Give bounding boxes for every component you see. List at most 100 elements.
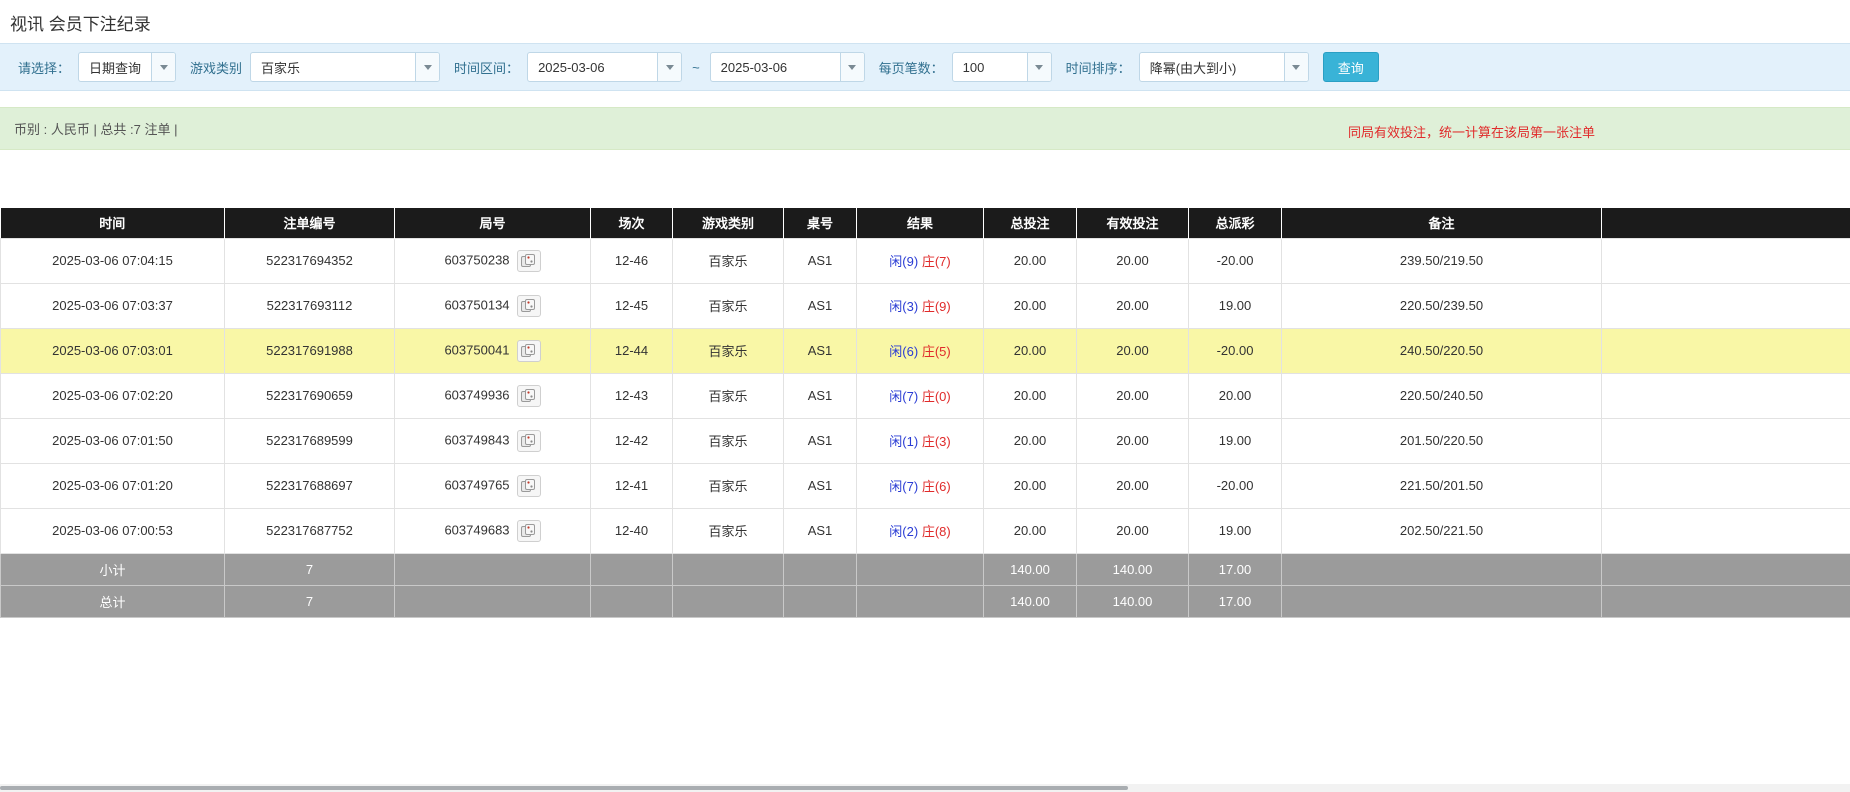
round-id: 603749843 bbox=[444, 432, 509, 447]
table-row: 2025-03-06 07:03:37 522317693112 6037501… bbox=[1, 283, 1850, 328]
cell-table-no: AS1 bbox=[784, 328, 857, 373]
subtotal-row: 小计 7 140.00 140.00 17.00 bbox=[1, 553, 1850, 585]
total-payout: 17.00 bbox=[1189, 585, 1282, 617]
select-type-label: 请选择： bbox=[18, 58, 70, 77]
cell-extra bbox=[1602, 508, 1850, 553]
round-detail-icon[interactable] bbox=[517, 430, 541, 452]
result-player: 闲(7) bbox=[889, 389, 918, 404]
cell-extra bbox=[1602, 418, 1850, 463]
cell-session: 12-40 bbox=[591, 508, 673, 553]
cell-result: 闲(1) 庄(3) bbox=[857, 418, 984, 463]
cell-round: 603749765 bbox=[395, 463, 591, 508]
round-detail-icon[interactable] bbox=[517, 250, 541, 272]
total-bet-link[interactable]: 20.00 bbox=[984, 283, 1077, 328]
round-id: 603750238 bbox=[444, 252, 509, 267]
dropdown-arrow-icon[interactable] bbox=[415, 53, 439, 81]
round-detail-icon[interactable] bbox=[517, 385, 541, 407]
page: 视讯 会员下注纪录 请选择： 日期查询 游戏类别 百家乐 时间区间： 2025-… bbox=[0, 0, 1850, 792]
column-header-table: 桌号 bbox=[784, 208, 857, 238]
cell-remark: 220.50/239.50 bbox=[1282, 283, 1602, 328]
table-row: 2025-03-06 07:01:20 522317688697 6037497… bbox=[1, 463, 1850, 508]
cell-extra bbox=[1602, 463, 1850, 508]
result-banker: 庄(5) bbox=[922, 344, 951, 359]
table-row: 2025-03-06 07:00:53 522317687752 6037496… bbox=[1, 508, 1850, 553]
total-bet-link[interactable]: 20.00 bbox=[984, 508, 1077, 553]
result-player: 闲(6) bbox=[889, 344, 918, 359]
cell-session: 12-44 bbox=[591, 328, 673, 373]
total-bet-link[interactable]: 20.00 bbox=[984, 238, 1077, 283]
dropdown-arrow-icon[interactable] bbox=[840, 53, 864, 81]
cell-bet-id: 522317693112 bbox=[225, 283, 395, 328]
cell-session: 12-45 bbox=[591, 283, 673, 328]
subtotal-label: 小计 bbox=[1, 553, 225, 585]
total-label: 总计 bbox=[1, 585, 225, 617]
filter-bar: 请选择： 日期查询 游戏类别 百家乐 时间区间： 2025-03-06 ~ 20… bbox=[0, 43, 1850, 91]
cell-valid-bet: 20.00 bbox=[1077, 508, 1189, 553]
cell-result: 闲(9) 庄(7) bbox=[857, 238, 984, 283]
cell-game-type: 百家乐 bbox=[673, 508, 784, 553]
game-type-select[interactable]: 百家乐 bbox=[250, 52, 440, 82]
game-type-label: 游戏类别 bbox=[190, 58, 242, 77]
cell-valid-bet: 20.00 bbox=[1077, 283, 1189, 328]
round-id: 603749765 bbox=[444, 477, 509, 492]
cell-payout: -20.00 bbox=[1189, 238, 1282, 283]
query-type-select[interactable]: 日期查询 bbox=[78, 52, 176, 82]
cell-game-type: 百家乐 bbox=[673, 283, 784, 328]
cell-game-type: 百家乐 bbox=[673, 373, 784, 418]
dropdown-arrow-icon[interactable] bbox=[151, 53, 175, 81]
per-page-select[interactable]: 100 bbox=[952, 52, 1052, 82]
result-banker: 庄(8) bbox=[922, 524, 951, 539]
round-detail-icon[interactable] bbox=[517, 295, 541, 317]
total-total-bet: 140.00 bbox=[984, 585, 1077, 617]
column-header-total-bet: 总投注 bbox=[984, 208, 1077, 238]
cell-extra bbox=[1602, 283, 1850, 328]
sort-select[interactable]: 降幂(由大到小) bbox=[1139, 52, 1309, 82]
cell-remark: 220.50/240.50 bbox=[1282, 373, 1602, 418]
subtotal-count: 7 bbox=[225, 553, 395, 585]
page-title: 视讯 会员下注纪录 bbox=[0, 0, 1850, 43]
dropdown-arrow-icon[interactable] bbox=[657, 53, 681, 81]
dropdown-arrow-icon[interactable] bbox=[1027, 53, 1051, 81]
round-detail-icon[interactable] bbox=[517, 340, 541, 362]
date-to-select[interactable]: 2025-03-06 bbox=[710, 52, 865, 82]
horizontal-scrollbar-thumb[interactable] bbox=[0, 786, 1128, 790]
cell-round: 603750238 bbox=[395, 238, 591, 283]
per-page-label: 每页笔数： bbox=[879, 58, 944, 77]
cell-session: 12-41 bbox=[591, 463, 673, 508]
total-bet-link[interactable]: 20.00 bbox=[984, 463, 1077, 508]
date-from-select[interactable]: 2025-03-06 bbox=[527, 52, 682, 82]
cell-table-no: AS1 bbox=[784, 238, 857, 283]
column-header-valid-bet: 有效投注 bbox=[1077, 208, 1189, 238]
cell-extra bbox=[1602, 373, 1850, 418]
bets-table: 时间 注单编号 局号 场次 游戏类别 桌号 结果 总投注 有效投注 总派彩 备注… bbox=[0, 208, 1850, 618]
table-body: 2025-03-06 07:04:15 522317694352 6037502… bbox=[1, 238, 1850, 553]
cell-bet-id: 522317694352 bbox=[225, 238, 395, 283]
result-banker: 庄(9) bbox=[922, 299, 951, 314]
result-banker: 庄(3) bbox=[922, 434, 951, 449]
time-range-label: 时间区间： bbox=[454, 58, 519, 77]
cell-bet-id: 522317690659 bbox=[225, 373, 395, 418]
cell-payout: 19.00 bbox=[1189, 508, 1282, 553]
dropdown-arrow-icon[interactable] bbox=[1284, 53, 1308, 81]
total-bet-link[interactable]: 20.00 bbox=[984, 328, 1077, 373]
round-detail-icon[interactable] bbox=[517, 475, 541, 497]
total-bet-link[interactable]: 20.00 bbox=[984, 418, 1077, 463]
table-header-row: 时间 注单编号 局号 场次 游戏类别 桌号 结果 总投注 有效投注 总派彩 备注 bbox=[1, 208, 1850, 238]
bets-table-wrap: 时间 注单编号 局号 场次 游戏类别 桌号 结果 总投注 有效投注 总派彩 备注… bbox=[0, 208, 1850, 618]
cell-remark: 201.50/220.50 bbox=[1282, 418, 1602, 463]
subtotal-total-bet: 140.00 bbox=[984, 553, 1077, 585]
total-bet-link[interactable]: 20.00 bbox=[984, 373, 1077, 418]
query-button[interactable]: 查询 bbox=[1323, 52, 1379, 82]
cell-time: 2025-03-06 07:03:01 bbox=[1, 328, 225, 373]
summary-bar: 币别 : 人民币 | 总共 :7 注单 | 同局有效投注，统一计算在该局第一张注… bbox=[0, 107, 1850, 150]
cell-time: 2025-03-06 07:03:37 bbox=[1, 283, 225, 328]
column-header-result: 结果 bbox=[857, 208, 984, 238]
cell-valid-bet: 20.00 bbox=[1077, 373, 1189, 418]
cell-game-type: 百家乐 bbox=[673, 328, 784, 373]
cell-table-no: AS1 bbox=[784, 373, 857, 418]
cell-table-no: AS1 bbox=[784, 283, 857, 328]
round-detail-icon[interactable] bbox=[517, 520, 541, 542]
summary-left-text: 币别 : 人民币 | 总共 :7 注单 | bbox=[14, 119, 178, 138]
cell-game-type: 百家乐 bbox=[673, 418, 784, 463]
cell-payout: 19.00 bbox=[1189, 283, 1282, 328]
